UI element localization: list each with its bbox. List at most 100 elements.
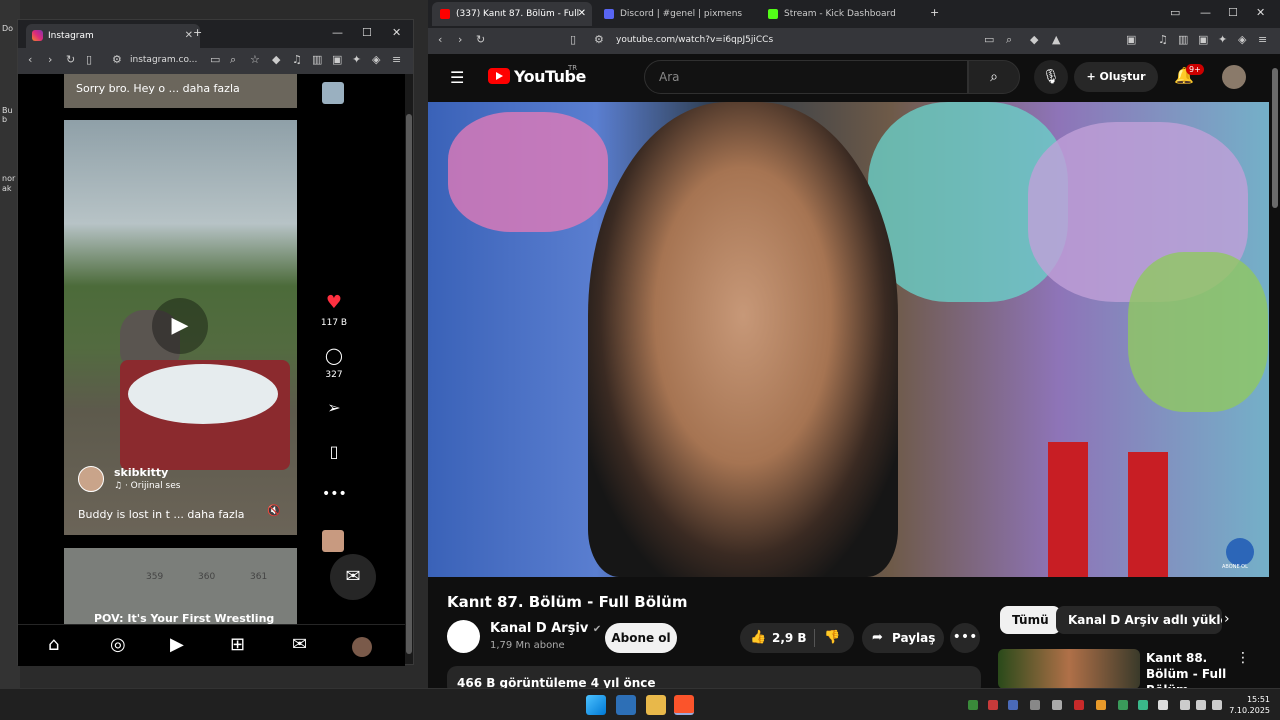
screenshot-icon[interactable]: ▣ xyxy=(1126,33,1136,46)
close-tab-icon[interactable]: ✕ xyxy=(185,24,193,48)
menu-icon[interactable]: ≡ xyxy=(392,53,401,66)
tab-search-icon[interactable]: ▭ xyxy=(1170,6,1180,19)
channel-watermark[interactable] xyxy=(1226,538,1254,566)
minimize-icon[interactable]: — xyxy=(332,26,343,39)
tray-icon[interactable] xyxy=(1052,700,1062,710)
leo-icon[interactable]: ✦ xyxy=(1218,33,1227,46)
forward-icon[interactable]: › xyxy=(48,53,52,66)
back-icon[interactable]: ‹ xyxy=(438,33,442,46)
maximize-icon[interactable]: ☐ xyxy=(362,26,372,39)
create-icon[interactable]: ⊞ xyxy=(230,634,245,655)
close-window-icon[interactable]: ✕ xyxy=(392,26,401,39)
more-actions-icon[interactable]: ••• xyxy=(950,623,980,653)
volume-icon[interactable] xyxy=(1196,700,1206,710)
tray-icon[interactable] xyxy=(1074,700,1084,710)
reel-audio[interactable]: ♫ · Orijinal ses xyxy=(114,481,180,491)
sidebar-icon[interactable]: ▥ xyxy=(1178,33,1188,46)
leo-icon[interactable]: ✦ xyxy=(352,53,361,66)
share-button[interactable]: ➦ Paylaş xyxy=(862,623,944,653)
brave-shield-icon[interactable]: ◆ xyxy=(272,53,280,66)
tab-kick[interactable]: Stream - Kick Dashboard xyxy=(760,2,920,26)
scrollbar[interactable] xyxy=(405,74,413,664)
brave-shield-icon[interactable]: ◆ xyxy=(1030,33,1038,46)
tray-icon[interactable] xyxy=(1118,700,1128,710)
desktop-label[interactable]: ak xyxy=(2,184,12,193)
channel-avatar[interactable] xyxy=(447,620,480,653)
start-icon[interactable] xyxy=(586,695,606,715)
avatar[interactable] xyxy=(1222,65,1246,89)
system-clock[interactable]: 15:51 7.10.2025 xyxy=(1229,694,1270,716)
tray-icon[interactable] xyxy=(1138,700,1148,710)
steam-icon[interactable] xyxy=(1008,700,1018,710)
new-tab-icon[interactable]: + xyxy=(193,26,202,39)
channel-name[interactable]: Kanal D Arşiv ✔ xyxy=(490,621,601,636)
mute-icon[interactable]: 🔇 xyxy=(267,504,281,517)
bookmark-icon[interactable]: ▯ xyxy=(86,53,92,66)
address-bar[interactable]: instagram.co... xyxy=(130,55,197,65)
more-options-icon[interactable]: ••• xyxy=(322,486,347,502)
chip-all[interactable]: Tümü xyxy=(1000,606,1061,634)
desktop-label[interactable]: nor xyxy=(2,174,15,183)
video-player[interactable]: ABONE OL xyxy=(428,102,1269,577)
like-count[interactable]: 2,9 B xyxy=(772,631,807,645)
next-reel[interactable]: 359 360 361 POV: It's Your First Wrestli… xyxy=(64,548,297,624)
messenger-button[interactable]: ✉ xyxy=(330,554,376,600)
profile-avatar[interactable] xyxy=(352,637,372,657)
recommended-thumbnail[interactable] xyxy=(998,649,1140,689)
chevron-right-icon[interactable]: › xyxy=(1224,611,1230,627)
address-bar[interactable]: youtube.com/watch?v=i6qpJ5jiCCs xyxy=(616,35,773,45)
save-icon[interactable]: ▯ xyxy=(322,442,346,461)
reload-icon[interactable]: ↻ xyxy=(66,53,75,66)
close-window-icon[interactable]: ✕ xyxy=(1256,6,1265,19)
forward-icon[interactable]: › xyxy=(458,33,462,46)
hamburger-icon[interactable]: ☰ xyxy=(450,68,464,87)
search-icon[interactable]: ⌕ xyxy=(968,60,1020,94)
desktop-label[interactable]: Do xyxy=(2,24,13,33)
tab-discord[interactable]: Discord | #genel | pixmens xyxy=(596,2,756,26)
cast-icon[interactable]: ▭ xyxy=(210,53,220,66)
scrollbar-thumb[interactable] xyxy=(1272,68,1278,208)
avatar[interactable] xyxy=(78,466,104,492)
music-icon[interactable]: ♫ xyxy=(292,53,302,66)
reload-icon[interactable]: ↻ xyxy=(476,33,485,46)
mic-tray-icon[interactable] xyxy=(1158,700,1168,710)
comment-icon[interactable]: ◯ xyxy=(322,346,346,365)
new-tab-icon[interactable]: + xyxy=(930,6,939,19)
share-icon[interactable]: ➢ xyxy=(322,398,346,417)
dislike-icon[interactable]: 👎 xyxy=(824,630,840,645)
wallet-icon[interactable]: ▣ xyxy=(1198,33,1208,46)
zoom-icon[interactable]: ⌕ xyxy=(1006,33,1012,47)
more-vert-icon[interactable]: ⋮ xyxy=(1236,650,1250,666)
messenger-icon[interactable]: ✉ xyxy=(292,634,307,655)
reel-caption[interactable]: Buddy is lost in t ... daha fazla xyxy=(78,508,245,521)
menu-icon[interactable]: ≡ xyxy=(1258,33,1267,46)
audio-thumbnail[interactable] xyxy=(322,530,344,552)
back-icon[interactable]: ‹ xyxy=(28,53,32,66)
site-settings-icon[interactable]: ⚙ xyxy=(594,33,604,46)
reels-icon[interactable]: ▶ xyxy=(170,634,184,655)
vpn-icon[interactable]: ◈ xyxy=(372,53,380,66)
previous-reel[interactable]: Sorry bro. Hey o ... daha fazla xyxy=(64,74,297,108)
mic-icon[interactable]: 🎙 xyxy=(1034,60,1068,94)
maximize-icon[interactable]: ☐ xyxy=(1228,6,1238,19)
close-tab-icon[interactable]: ✕ xyxy=(578,2,586,26)
like-icon[interactable]: 👍 xyxy=(750,630,766,645)
file-explorer-icon[interactable] xyxy=(646,695,666,715)
network-icon[interactable] xyxy=(1180,700,1190,710)
like-icon[interactable]: ♥ xyxy=(322,292,346,313)
tab-youtube[interactable]: (337) Kanıt 87. Bölüm - Full Bö ✕ xyxy=(432,2,592,43)
play-icon[interactable]: ▶ xyxy=(152,298,208,354)
minimize-icon[interactable]: — xyxy=(1200,6,1211,19)
tab-instagram[interactable]: Instagram ✕ xyxy=(26,24,200,48)
tray-icon[interactable] xyxy=(988,700,998,710)
widgets-icon[interactable] xyxy=(616,695,636,715)
wallet-icon[interactable]: ▣ xyxy=(332,53,342,66)
current-reel[interactable]: ▶ skibkitty ♫ · Orijinal ses Buddy is lo… xyxy=(64,120,297,535)
create-button[interactable]: + Oluştur xyxy=(1074,62,1158,92)
scrollbar-thumb[interactable] xyxy=(406,114,412,654)
rewards-icon[interactable]: ▲ xyxy=(1052,33,1060,46)
tray-icon[interactable] xyxy=(1096,700,1106,710)
scrollbar[interactable] xyxy=(1270,54,1280,688)
youtube-logo-icon[interactable] xyxy=(488,68,510,84)
battery-icon[interactable] xyxy=(1212,700,1222,710)
